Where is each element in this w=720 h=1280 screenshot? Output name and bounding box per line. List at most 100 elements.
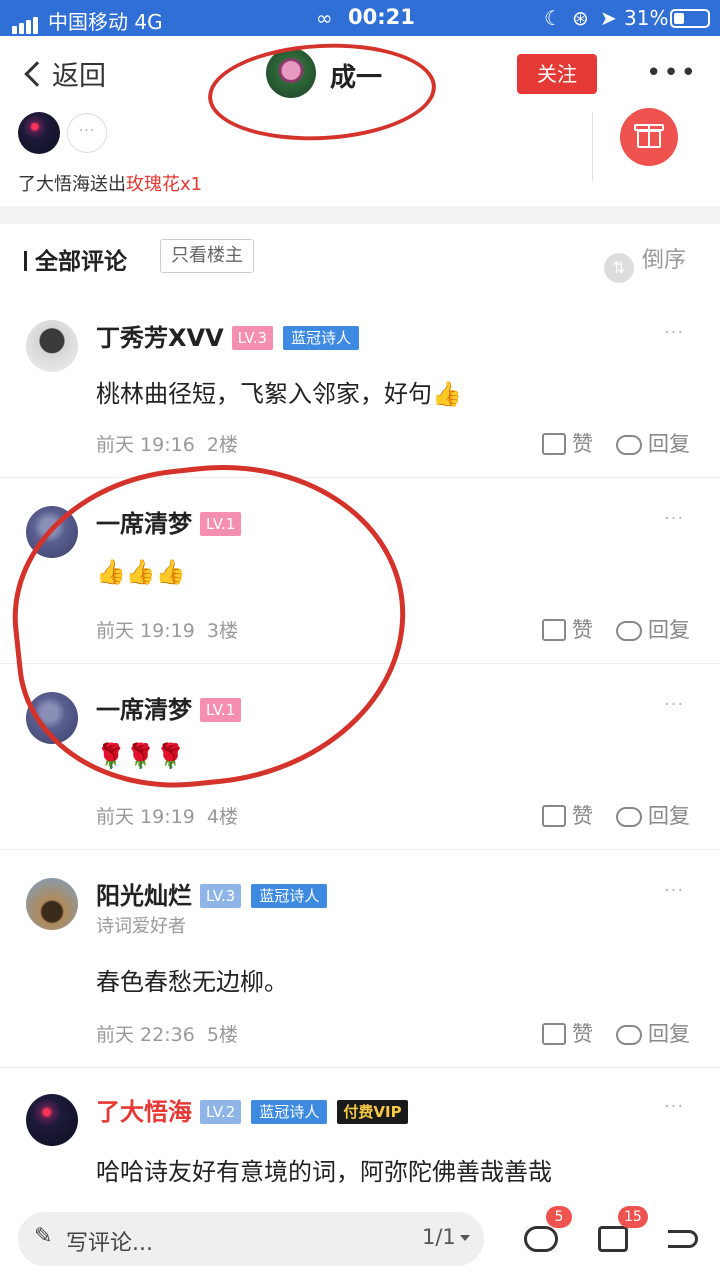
level-badge: LV.2 [200, 1100, 242, 1124]
gift-name: 玫瑰花x1 [126, 174, 203, 195]
thumbs-up-icon: 👍 [432, 380, 462, 408]
comment-item: 阳光灿烂 LV.3 蓝冠诗人 诗词爱好者 ··· 春色春愁无边柳。 前天 22:36… [0, 850, 720, 1068]
reply-button[interactable]: 回复 [616, 1018, 690, 1048]
poet-badge: 蓝冠诗人 [283, 326, 360, 350]
share-button[interactable] [664, 1220, 704, 1256]
comment-item: 丁秀芳XVV LV.3 蓝冠诗人 ··· 桃林曲径短，飞絮入邻家，好句👍 前天 19… [0, 290, 720, 478]
owner-only-button[interactable]: 只看楼主 [160, 239, 254, 273]
level-badge: LV.1 [200, 512, 242, 536]
avatar[interactable] [26, 506, 78, 558]
more-icon[interactable]: ··· [664, 322, 684, 343]
battery-percent: 31% [624, 6, 669, 30]
chevron-left-icon [24, 61, 50, 87]
thumbs-up-icon [542, 433, 566, 455]
avatar[interactable] [26, 1094, 78, 1146]
vip-badge: 付费VIP [337, 1100, 408, 1124]
back-label: 返回 [52, 61, 106, 92]
comment-text: 桃林曲径短，飞絮入邻家，好句👍 [96, 380, 462, 408]
floor-number: 3楼 [206, 620, 238, 642]
more-icon[interactable]: ··· [664, 1096, 684, 1117]
level-badge: LV.3 [200, 884, 242, 908]
like-button[interactable]: 赞 [542, 800, 593, 830]
comment-meta: 前天 19:19 3楼 [96, 616, 238, 643]
reply-button[interactable]: 回复 [616, 800, 690, 830]
bottom-bar: ✎ 写评论... 1/1 5 15 [0, 1200, 720, 1280]
carrier-label: 中国移动 4G [48, 10, 163, 34]
comment-meta: 前天 22:36 5楼 [96, 1020, 238, 1047]
comment-icon [616, 435, 642, 455]
like-count-badge: 15 [618, 1206, 648, 1228]
avatar[interactable] [26, 320, 78, 372]
top-bar: 返回 成一 关注 ••• [0, 36, 720, 112]
signal-icon [12, 10, 40, 34]
floor-number: 5楼 [206, 1024, 238, 1046]
like-button[interactable]: 赞 [542, 428, 593, 458]
avatar[interactable] [26, 878, 78, 930]
page-selector[interactable]: 1/1 [422, 1225, 470, 1249]
avatar[interactable] [26, 692, 78, 744]
commenter-title: 诗词爱好者 [96, 916, 186, 937]
more-icon[interactable]: ··· [664, 508, 684, 529]
comment-time: 前天 19:19 [96, 806, 195, 828]
poet-badge: 蓝冠诗人 [251, 884, 328, 908]
comment-input[interactable]: ✎ 写评论... 1/1 [18, 1212, 484, 1266]
thumbs-up-icon [598, 1226, 628, 1252]
location-icon: ➤ [600, 6, 617, 30]
poet-badge: 蓝冠诗人 [251, 1100, 328, 1124]
commenter-name[interactable]: 一席清梦 LV.1 [96, 690, 242, 725]
comments-title: 全部评论 [24, 242, 127, 276]
moon-icon: ☾ [544, 6, 562, 30]
like-button[interactable]: 赞 [542, 614, 593, 644]
gift-message: 了大悟海送出玫瑰花x1 [18, 170, 202, 196]
more-options-icon[interactable]: ••• [646, 58, 698, 88]
comment-text: 哈哈诗友好有意境的词，阿弥陀佛善哉善哉 [96, 1158, 552, 1186]
comment-item: 一席清梦 LV.1 ··· 🌹🌹🌹 前天 19:19 4楼 赞 回复 [0, 664, 720, 850]
comment-icon [616, 807, 642, 827]
comment-text: 春色春愁无边柳。 [96, 968, 288, 996]
commenter-name[interactable]: 阳光灿烂 LV.3 蓝冠诗人 [96, 876, 328, 911]
reply-button[interactable]: 回复 [616, 614, 690, 644]
thumbs-up-icon [542, 619, 566, 641]
follow-button[interactable]: 关注 [517, 54, 597, 94]
comment-time: 前天 19:16 [96, 434, 195, 456]
comment-icon [616, 621, 642, 641]
more-icon[interactable]: ··· [664, 880, 684, 901]
comments-header: 全部评论 只看楼主 ⇅ 倒序 [0, 224, 720, 290]
floor-number: 4楼 [206, 806, 238, 828]
floor-number: 2楼 [206, 434, 238, 456]
sort-icon: ⇅ [604, 253, 634, 283]
comment-icon [524, 1226, 558, 1252]
commenter-name[interactable]: 丁秀芳XVV LV.3 蓝冠诗人 [96, 318, 360, 353]
pen-icon: ✎ [34, 1224, 53, 1249]
author-name[interactable]: 成一 [330, 57, 382, 94]
share-icon [668, 1230, 698, 1248]
comment-icon [616, 1025, 642, 1045]
comment-time: 前天 22:36 [96, 1024, 195, 1046]
comment-text: 👍👍👍 [96, 558, 186, 586]
reverse-order-label: 倒序 [642, 248, 687, 273]
gift-sender-avatar[interactable] [18, 112, 60, 154]
status-bar: 中国移动 4G ∞ 00:21 ☾ ⊛ ➤ 31% [0, 0, 720, 36]
rose-icon: 🌹🌹🌹 [96, 742, 186, 770]
more-icon[interactable]: ··· [664, 694, 684, 715]
more-gift-senders-button[interactable]: ··· [67, 113, 107, 153]
level-badge: LV.1 [200, 698, 242, 722]
back-button[interactable]: 返回 [24, 54, 106, 93]
comment-placeholder: 写评论... [66, 1231, 153, 1256]
commenter-name[interactable]: 了大悟海 LV.2 蓝冠诗人 付费VIP [96, 1092, 408, 1127]
comment-text: 🌹🌹🌹 [96, 742, 186, 770]
commenter-name[interactable]: 一席清梦 LV.1 [96, 504, 242, 539]
like-button[interactable]: 赞 [542, 1018, 593, 1048]
level-badge: LV.3 [231, 326, 274, 350]
comment-meta: 前天 19:19 4楼 [96, 802, 238, 829]
comment-item: 了大悟海 LV.2 蓝冠诗人 付费VIP ··· 哈哈诗友好有意境的词，阿弥陀佛善哉善… [0, 1068, 720, 1200]
comment-time: 前天 19:19 [96, 620, 195, 642]
reverse-order-button[interactable]: ⇅ 倒序 [604, 242, 686, 283]
author-avatar[interactable] [266, 48, 316, 98]
gift-button[interactable] [620, 108, 678, 166]
comment-item: 一席清梦 LV.1 ··· 👍👍👍 前天 19:19 3楼 赞 回复 [0, 478, 720, 664]
clock: 00:21 [348, 5, 415, 29]
caret-down-icon [459, 1235, 470, 1241]
reply-button[interactable]: 回复 [616, 428, 690, 458]
comment-meta: 前天 19:16 2楼 [96, 430, 238, 457]
